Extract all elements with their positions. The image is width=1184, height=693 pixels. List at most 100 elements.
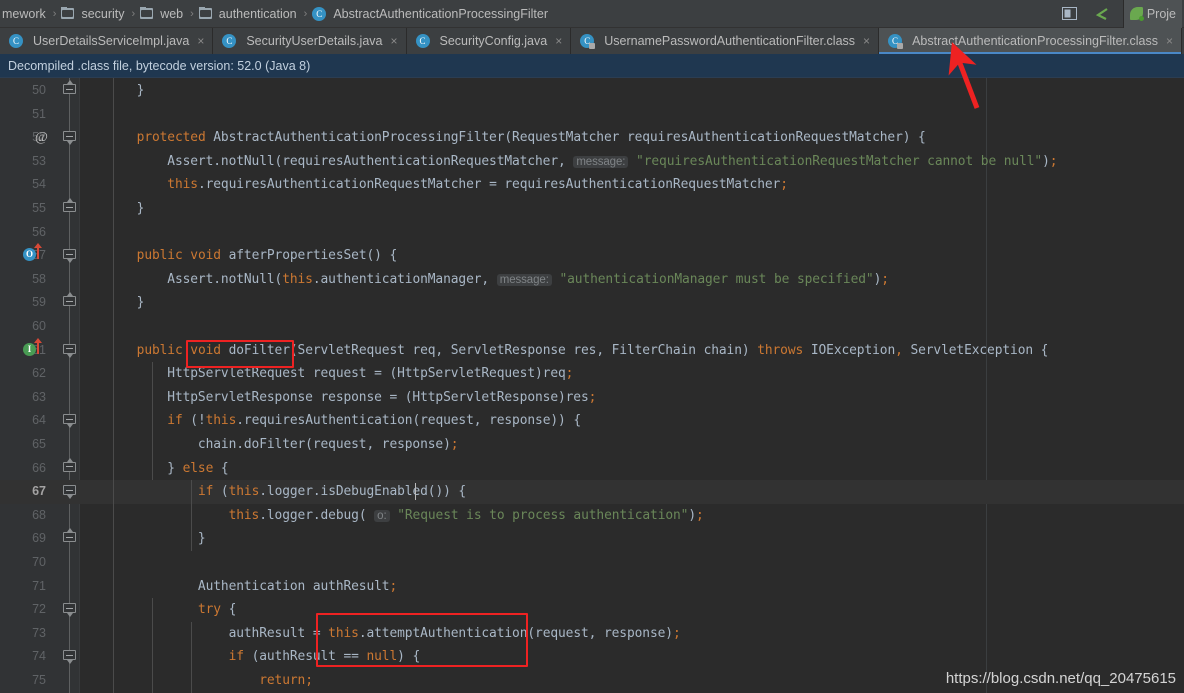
line-number: 73 [32, 625, 46, 640]
project-tool-button[interactable]: Proje [1122, 0, 1182, 28]
code-line[interactable]: 61 public void doFilter(ServletRequest r… [0, 339, 1184, 363]
java-class-icon: C [415, 34, 430, 48]
line-number: 75 [32, 673, 46, 687]
editor-tab-label: SecurityUserDetails.java [246, 34, 383, 48]
fold-marker-start[interactable] [63, 650, 77, 665]
close-icon[interactable]: × [1166, 34, 1173, 48]
line-number: 55 [32, 201, 46, 215]
code-text: protected AbstractAuthenticationProcessi… [136, 130, 926, 146]
breadcrumb-item-label: AbstractAuthenticationProcessingFilter [333, 6, 548, 21]
breadcrumb-item-2[interactable]: web [140, 6, 185, 21]
code-line[interactable]: 66 } else { [0, 457, 1184, 481]
line-number: 69 [32, 531, 46, 546]
editor-tab-4[interactable]: C AbstractAuthenticationProcessingFilter.… [879, 28, 1183, 54]
indent-guide [152, 362, 153, 481]
breadcrumb[interactable]: mework › security › web › authentication › C Abst… [0, 6, 1059, 21]
code-line[interactable]: 55 } [0, 197, 1184, 221]
code-line[interactable]: 73 authResult = this.attemptAuthenticati… [0, 622, 1184, 646]
editor-tab-2[interactable]: C SecurityConfig.java × [406, 28, 572, 54]
code-text: Assert.notNull(requiresAuthenticationReq… [106, 153, 1058, 169]
indent-guide [113, 78, 114, 693]
code-text: this.requiresAuthenticationRequestMatche… [167, 177, 788, 193]
code-text: if (this.logger.isDebugEnabled()) { [197, 484, 467, 500]
breadcrumb-item-label: authentication [218, 6, 297, 21]
ide-window: mework › security › web › authentication › C Abst… [0, 0, 1184, 693]
code-text: return; [259, 673, 313, 688]
fold-marker-start[interactable] [63, 485, 77, 500]
code-line[interactable]: 60 [0, 315, 1184, 339]
indent-guide [152, 598, 153, 693]
annotation-rect-attempt-authentication [316, 613, 528, 667]
code-line[interactable]: 58 Assert.notNull(this.authenticationMan… [0, 268, 1184, 292]
code-line[interactable]: 50 } [0, 79, 1184, 103]
breadcrumb-item-0[interactable]: mework [0, 7, 48, 21]
line-number: 68 [32, 507, 46, 522]
line-number: 71 [32, 578, 46, 593]
line-number: 60 [32, 319, 46, 333]
fold-marker-start[interactable] [63, 414, 77, 429]
code-line[interactable]: 53 Assert.notNull(requiresAuthentication… [0, 150, 1184, 174]
close-icon[interactable]: × [391, 34, 398, 48]
code-line[interactable]: 56 [0, 221, 1184, 245]
implements-icon[interactable]: I [23, 337, 53, 359]
code-line[interactable]: 54 this.requiresAuthenticationRequestMat… [0, 173, 1184, 197]
code-text: Assert.notNull(this.authenticationManage… [106, 271, 889, 287]
code-editor[interactable]: 50 } 51 52 protected AbstractAuthenticatio… [0, 78, 1184, 693]
code-line[interactable]: 68 this.logger.debug( o: "Request is to … [0, 504, 1184, 528]
code-line[interactable]: 63 HttpServletResponse response = (HttpS… [0, 386, 1184, 410]
class-file-icon: C [580, 34, 596, 49]
editor-tab-1[interactable]: C SecurityUserDetails.java × [213, 28, 407, 54]
line-number: 53 [32, 153, 46, 168]
close-icon[interactable]: × [555, 34, 562, 48]
fold-marker-start[interactable] [63, 249, 77, 264]
breadcrumb-separator: › [131, 7, 136, 20]
java-class-icon: C [222, 34, 237, 48]
hide-panel-icon[interactable] [1091, 3, 1113, 25]
leaf-icon [1129, 7, 1144, 21]
code-text: if (!this.requiresAuthentication(request… [167, 413, 582, 429]
close-icon[interactable]: × [197, 34, 204, 48]
line-number: 64 [32, 413, 46, 428]
breadcrumb-item-label: mework [2, 6, 46, 21]
editor-tab-label: AbstractAuthenticationProcessingFilter.c… [912, 34, 1159, 48]
line-number: 67 [32, 484, 46, 499]
code-line[interactable]: 52 protected AbstractAuthenticationProce… [0, 126, 1184, 150]
code-line[interactable]: 67 if (this.logger.isDebugEnabled()) { [0, 480, 1184, 504]
code-line[interactable]: 59 } [0, 291, 1184, 315]
annotation-gutter-icon: @ [35, 130, 48, 146]
class-icon: C [312, 6, 327, 21]
fold-marker-start[interactable] [63, 131, 77, 146]
editor-tabs[interactable]: C UserDetailsServiceImpl.java × C SecurityUs… [0, 28, 1184, 54]
code-line[interactable]: 65 chain.doFilter(request, response); [0, 433, 1184, 457]
code-line[interactable]: 62 HttpServletRequest request = (HttpSer… [0, 362, 1184, 386]
line-number: 62 [32, 366, 46, 381]
code-line[interactable]: 69 } [0, 527, 1184, 551]
code-line[interactable]: 71 Authentication authResult; [0, 575, 1184, 599]
line-number: 63 [32, 389, 46, 404]
fold-marker-end[interactable] [63, 80, 77, 98]
folder-icon [198, 6, 212, 19]
editor-tab-3[interactable]: C UsernamePasswordAuthenticationFilter.cl… [571, 28, 880, 54]
code-line[interactable]: 51 [0, 103, 1184, 127]
code-line[interactable]: 57 public void afterPropertiesSet() { [0, 244, 1184, 268]
fold-marker-end[interactable] [63, 457, 77, 476]
annotation-rect-dofilter [186, 340, 294, 368]
fold-marker-end[interactable] [63, 528, 77, 546]
breadcrumb-item-4[interactable]: C AbstractAuthenticationProcessingFilter [312, 6, 550, 21]
editor-tab-0[interactable]: C UserDetailsServiceImpl.java × [0, 28, 214, 54]
fold-marker-end[interactable] [63, 292, 77, 310]
code-line[interactable]: 72 try { [0, 598, 1184, 622]
restore-layout-icon[interactable] [1059, 3, 1081, 25]
fold-marker-start[interactable] [63, 343, 77, 358]
breadcrumb-item-1[interactable]: security [61, 6, 126, 21]
code-text: public void afterPropertiesSet() { [136, 248, 398, 264]
code-line[interactable]: 70 [0, 551, 1184, 575]
close-icon[interactable]: × [863, 34, 870, 48]
code-line[interactable]: 64 if (!this.requiresAuthentication(requ… [0, 409, 1184, 433]
code-text: HttpServletResponse response = (HttpServ… [106, 389, 597, 405]
override-icon[interactable]: O [23, 243, 53, 264]
fold-marker-end[interactable] [63, 198, 77, 216]
fold-marker-start[interactable] [63, 603, 77, 618]
code-line[interactable]: 74 if (authResult == null) { [0, 645, 1184, 669]
breadcrumb-item-3[interactable]: authentication [198, 6, 299, 21]
